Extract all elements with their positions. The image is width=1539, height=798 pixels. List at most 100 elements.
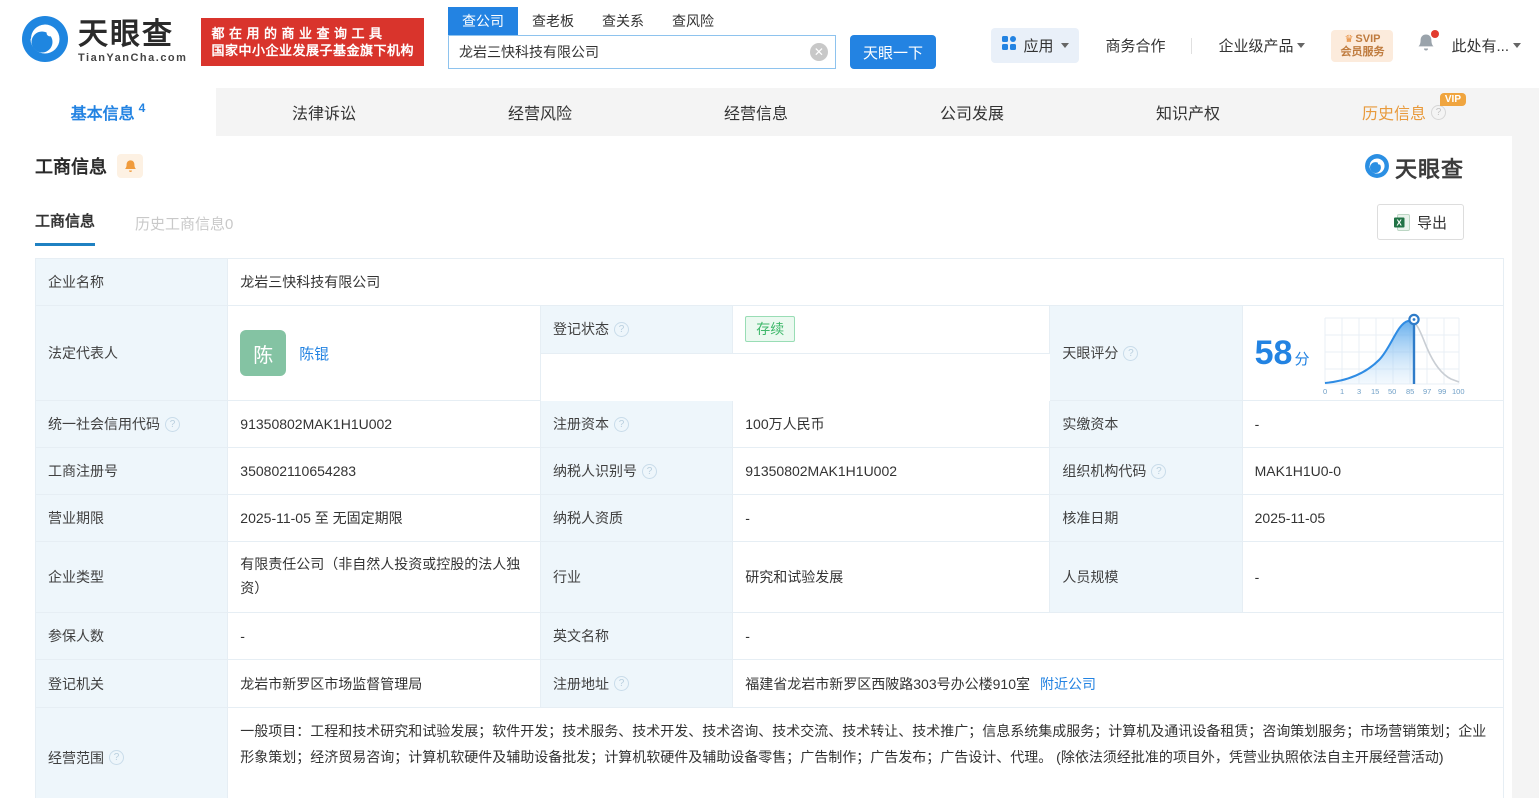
search-tab-boss[interactable]: 查老板 [518, 7, 588, 35]
export-button[interactable]: X 导出 [1376, 204, 1464, 240]
slogan-banner: 都在用的商业查询工具 国家中小企业发展子基金旗下机构 [201, 18, 424, 66]
notifications-bell[interactable] [1417, 30, 1440, 58]
business-info-panel: 工商信息 天眼查 工商信息 历史工商信息0 X 导出 企业名称 龙岩三快科技有限… [0, 136, 1512, 798]
help-icon[interactable] [613, 416, 629, 432]
svg-text:97: 97 [1423, 387, 1431, 396]
crown-icon: ♛ [1344, 33, 1354, 45]
chevron-down-icon [1061, 43, 1070, 48]
tab-company-development[interactable]: 公司发展 [864, 88, 1080, 136]
header-nav: 应用 商务合作 企业级产品 ♛ SVIP 会员服务 此处有... [991, 28, 1521, 63]
tianyancha-watermark: 天眼查 [1364, 152, 1464, 184]
field-label-english-name: 英文名称 [540, 613, 734, 660]
field-value-industry: 研究和试验发展 [733, 542, 1051, 613]
tab-basic-info[interactable]: 基本信息 4 [0, 88, 216, 136]
field-value-score: 58 分 0 1 3 15 50 85 97 99 100 [1242, 306, 1504, 401]
svg-text:3: 3 [1357, 387, 1361, 396]
search-input[interactable] [447, 35, 836, 69]
bell-icon [124, 159, 136, 172]
search-button[interactable]: 天眼一下 [849, 35, 936, 69]
svg-text:1: 1 [1340, 387, 1344, 396]
field-value-insured-count: - [228, 613, 541, 660]
field-value-reg-authority: 龙岩市新罗区市场监督管理局 [228, 660, 541, 708]
tab-operation-risk[interactable]: 经营风险 [432, 88, 648, 136]
field-label-reg-capital: 注册资本 [540, 401, 734, 448]
help-icon[interactable] [613, 676, 629, 691]
table-row: 统一社会信用代码 91350802MAK1H1U002 注册资本 100万人民币… [36, 401, 1504, 448]
nav-cooperation[interactable]: 商务合作 [1105, 35, 1165, 56]
search-tab-relation[interactable]: 查关系 [588, 7, 658, 35]
score-value: 58 [1254, 334, 1293, 372]
field-label-paid-capital: 实缴资本 [1050, 401, 1243, 448]
user-name: 此处有... [1451, 38, 1509, 55]
tab-label: 经营信息 [723, 106, 788, 123]
clear-search-icon[interactable]: ✕ [809, 43, 828, 61]
field-value-reg-address: 福建省龙岩市新罗区西陂路303号办公楼910室 附近公司 [733, 660, 1504, 708]
svg-text:15: 15 [1371, 387, 1379, 396]
field-value-paid-capital: - [1242, 401, 1504, 448]
field-value-business-term: 2025-11-05 至 无固定期限 [228, 495, 541, 542]
field-label-insured-count: 参保人数 [36, 613, 229, 660]
table-row: 企业类型 有限责任公司（非自然人投资或控股的法人独资） 行业 研究和试验发展 人… [36, 542, 1504, 613]
help-icon[interactable] [1123, 345, 1139, 361]
tab-legal-proceedings[interactable]: 法律诉讼 [216, 88, 432, 136]
chevron-down-icon [1513, 43, 1521, 48]
help-icon[interactable] [109, 750, 124, 765]
field-label-org-code: 组织机构代码 [1050, 448, 1243, 495]
tab-count-badge: 4 [138, 101, 146, 115]
nearby-companies-link[interactable]: 附近公司 [1040, 674, 1096, 694]
help-icon[interactable] [165, 416, 180, 432]
help-icon[interactable] [613, 321, 629, 337]
table-row: 参保人数 - 英文名称 - [36, 613, 1504, 660]
field-value-reg-number: 350802110654283 [228, 448, 541, 495]
eye-logo-icon [20, 14, 70, 69]
apps-grid-icon [1001, 35, 1017, 56]
field-value-staff-size: - [1242, 542, 1504, 613]
field-label-legal-rep: 法定代表人 [36, 306, 229, 401]
field-value-company-type: 有限责任公司（非自然人投资或控股的法人独资） [228, 542, 541, 613]
avatar[interactable]: 陈 [240, 330, 287, 376]
tianyancha-logo[interactable]: 天眼查 TianYanCha.com [20, 14, 187, 69]
svg-text:0: 0 [1323, 387, 1327, 396]
svg-text:50: 50 [1388, 387, 1396, 396]
field-label-reg-address: 注册地址 [540, 660, 734, 708]
field-label-reg-status: 登记状态 [540, 306, 734, 354]
help-icon[interactable] [641, 463, 657, 479]
monitor-bell-button[interactable] [117, 154, 143, 178]
svip-member-badge[interactable]: ♛ SVIP 会员服务 [1331, 29, 1394, 62]
site-header: 天眼查 TianYanCha.com 都在用的商业查询工具 国家中小企业发展子基… [0, 0, 1539, 88]
tab-label: 公司发展 [939, 106, 1004, 123]
slogan-line2: 国家中小企业发展子基金旗下机构 [211, 43, 414, 58]
tab-history-info[interactable]: VIP 历史信息 [1296, 88, 1512, 136]
nav-enterprise-products[interactable]: 企业级产品 [1218, 35, 1306, 56]
field-label-reg-authority: 登记机关 [36, 660, 229, 708]
tab-operation-info[interactable]: 经营信息 [648, 88, 864, 136]
user-account-menu[interactable]: 此处有... [1451, 35, 1521, 56]
field-value-taxpayer-id: 91350802MAK1H1U002 [733, 448, 1051, 495]
score-distribution-chart: 0 1 3 15 50 85 97 99 100 [1323, 313, 1465, 396]
tab-label: 知识产权 [1155, 106, 1220, 123]
field-label-approval-date: 核准日期 [1050, 495, 1243, 542]
field-label-company-type: 企业类型 [36, 542, 229, 613]
subtab-history-business-info[interactable]: 历史工商信息0 [135, 213, 233, 246]
section-title: 工商信息 [35, 157, 107, 177]
search-tabs: 查公司 查老板 查关系 查风险 [447, 5, 936, 35]
help-icon[interactable] [1151, 463, 1167, 479]
apps-menu[interactable]: 应用 [991, 28, 1080, 63]
field-label-staff-size: 人员规模 [1050, 542, 1243, 613]
apps-label: 应用 [1023, 38, 1054, 55]
tab-intellectual-property[interactable]: 知识产权 [1080, 88, 1296, 136]
legal-rep-link[interactable]: 陈锟 [299, 343, 329, 364]
score-unit: 分 [1294, 350, 1310, 368]
field-value-approval-date: 2025-11-05 [1242, 495, 1504, 542]
field-label-industry: 行业 [540, 542, 734, 613]
search-tab-risk[interactable]: 查风险 [658, 7, 728, 35]
slogan-line1: 都在用的商业查询工具 [211, 26, 387, 41]
svg-text:99: 99 [1438, 387, 1446, 396]
search-tab-company[interactable]: 查公司 [447, 7, 518, 35]
svg-text:85: 85 [1406, 387, 1414, 396]
subtab-business-info[interactable]: 工商信息 [35, 210, 96, 246]
help-icon[interactable] [1431, 104, 1446, 120]
enterprise-label: 企业级产品 [1218, 38, 1294, 55]
export-label: 导出 [1416, 214, 1447, 232]
unread-dot [1431, 30, 1440, 38]
